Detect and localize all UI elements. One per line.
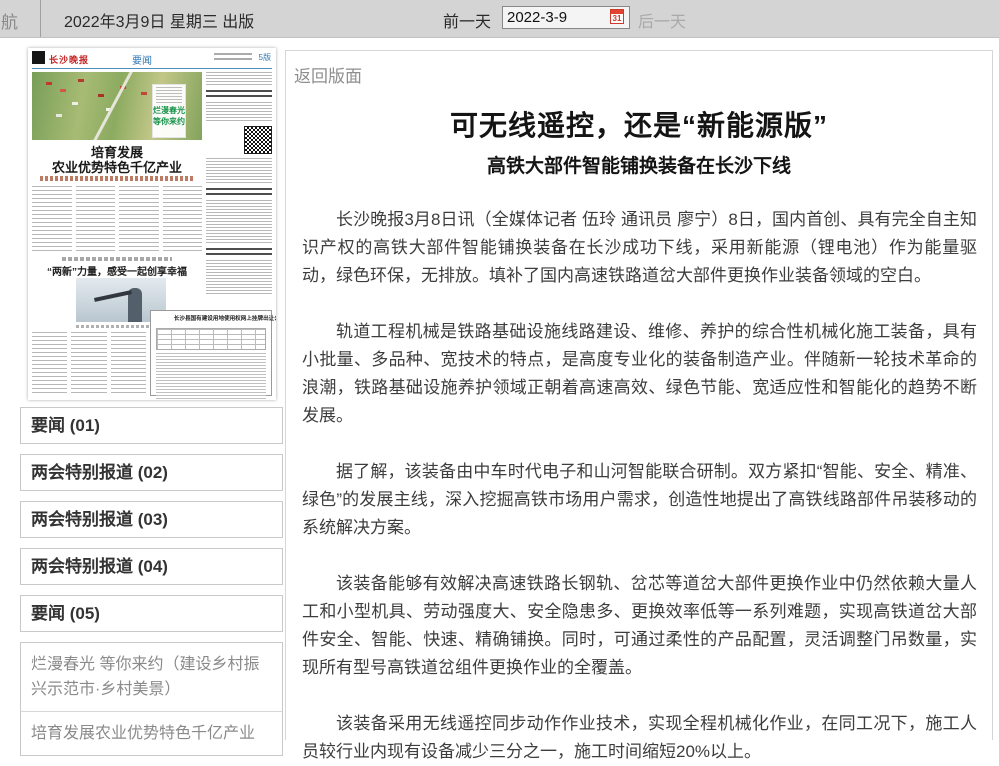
thumb-land-notice-box: 长沙县国有建设用地使用权网上挂牌出让公告: [150, 310, 272, 396]
text-filler: [163, 186, 203, 254]
qr-code: [244, 126, 272, 154]
article-link[interactable]: 培育发展农业优势特色千亿产业: [21, 711, 282, 755]
thumb-body-columns: [32, 186, 202, 254]
newspaper-masthead: 长沙晚报: [49, 53, 89, 66]
photo-roofs-shape: [46, 82, 52, 85]
text-filler: [111, 332, 146, 394]
thumb-promo-box: 烂漫春光 等你来约: [152, 84, 186, 138]
thumb-lead-headline-line2: 农业优势特色千亿产业: [32, 157, 202, 176]
article-panel: 返回版面 可无线遥控，还是“新能源版” 高铁大部件智能铺换装备在长沙下线 长沙晚…: [285, 50, 993, 740]
next-day-link[interactable]: 后一天: [638, 8, 686, 32]
article-paragraph: 该装备采用无线遥控同步动作作业技术，实现全程机械化作业，在同工况下，施工人员较行…: [302, 710, 977, 766]
thumb-right-column: [206, 72, 272, 306]
calendar-icon-day: 31: [611, 14, 623, 24]
section-nav-list: 要闻 (01) 两会特别报道 (02) 两会特别报道 (03) 两会特别报道 (…: [20, 407, 283, 756]
photo-road-shape: [89, 72, 134, 140]
nav-partial-label[interactable]: 航: [1, 8, 18, 33]
article-link-list: 烂漫春光 等你来约（建设乡村振兴示范市·乡村美景） 培育发展农业优势特色千亿产业: [20, 642, 283, 756]
sidebar-section-lianghui-02[interactable]: 两会特别报道 (02): [20, 454, 283, 491]
text-filler: [206, 200, 272, 244]
calendar-icon-body: 31: [610, 9, 624, 24]
text-filler: [32, 186, 72, 254]
text-filler: [156, 353, 266, 400]
thumb-land-notice-title: 长沙县国有建设用地使用权网上挂牌出让公告: [174, 314, 248, 322]
thumb-promo-line-2: 等你来约: [153, 116, 185, 127]
text-filler: [206, 260, 272, 294]
sidebar: 长沙晚报 要闻 5版 烂漫春光 等你来约 培育发展 农业优势特色千亿产业 “两新…: [20, 48, 283, 756]
article-link[interactable]: 烂漫春光 等你来约（建设乡村振兴示范市·乡村美景）: [21, 643, 282, 711]
sidebar-section-lianghui-04[interactable]: 两会特别报道 (04): [20, 548, 283, 585]
thumb-promo-line-1: 烂漫春光: [153, 105, 185, 116]
text-filler: [71, 332, 106, 394]
text-filler: [119, 186, 159, 254]
thumb-section-label: 要闻: [132, 52, 152, 67]
newspaper-logo: [32, 51, 45, 64]
article-paragraph: 该装备能够有效解决高速铁路长钢轨、岔芯等道岔大部件更换作业中仍然依赖大量人工和小…: [302, 570, 977, 682]
thumb-notice-table: [156, 328, 266, 350]
article-body: 长沙晚报3月8日讯（全媒体记者 伍玲 通讯员 廖宁）8日，国内首创、具有完全自主…: [286, 206, 992, 766]
text-filler: [156, 87, 182, 103]
article-paragraph: 据了解，该装备由中车时代电子和山河智能联合研制。双方紧扣“智能、安全、精准、绿色…: [302, 458, 977, 542]
thumb-header-rule: [32, 68, 272, 69]
sidebar-section-lianghui-03[interactable]: 两会特别报道 (03): [20, 501, 283, 538]
text-filler: [206, 72, 272, 86]
thumb-story2-kicker: [62, 257, 172, 261]
article-subtitle: 高铁大部件智能铺换装备在长沙下线: [286, 151, 992, 178]
article-paragraph: 长沙晚报3月8日讯（全媒体记者 伍玲 通讯员 廖宁）8日，国内首创、具有完全自主…: [302, 206, 977, 290]
thumb-lead-subtitle-bar: [40, 176, 194, 181]
thumb-dateline-filler: [214, 53, 252, 62]
text-filler: [32, 332, 67, 394]
thumb-story2-headline: “两新”力量，感受一起创享幸福: [32, 263, 202, 278]
sidebar-section-yaowen-01[interactable]: 要闻 (01): [20, 407, 283, 444]
sidebar-section-yaowen-05[interactable]: 要闻 (05): [20, 595, 283, 632]
thumb-page-number: 5版: [259, 52, 271, 63]
text-filler: [76, 186, 116, 254]
article-paragraph: 轨道工程机械是铁路基础设施线路建设、维修、养护的综合性机械化施工装备，具有小批量…: [302, 318, 977, 430]
toolbar-divider: [40, 0, 41, 37]
date-input[interactable]: [505, 8, 605, 27]
back-to-page-link[interactable]: 返回版面: [294, 62, 362, 87]
previous-day-link[interactable]: 前一天: [443, 8, 491, 32]
calendar-icon[interactable]: 31: [609, 9, 627, 26]
text-filler: [206, 158, 272, 184]
photo-machine-shape: [94, 290, 132, 302]
article-title: 可无线遥控，还是“新能源版”: [286, 104, 992, 144]
publish-date-label: 2022年3月9日 星期三 出版: [64, 8, 254, 32]
mini-headline-bar: [206, 188, 272, 196]
thumb-body-columns-2: [32, 332, 146, 394]
date-picker-box: 31: [502, 6, 630, 29]
mini-headline-bar: [206, 248, 272, 256]
mini-headline-bar: [206, 90, 272, 98]
text-filler: [206, 102, 272, 122]
top-toolbar: 航 2022年3月9日 星期三 出版 前一天 31 后一天: [0, 0, 999, 38]
page-thumbnail[interactable]: 长沙晚报 要闻 5版 烂漫春光 等你来约 培育发展 农业优势特色千亿产业 “两新…: [28, 48, 276, 400]
